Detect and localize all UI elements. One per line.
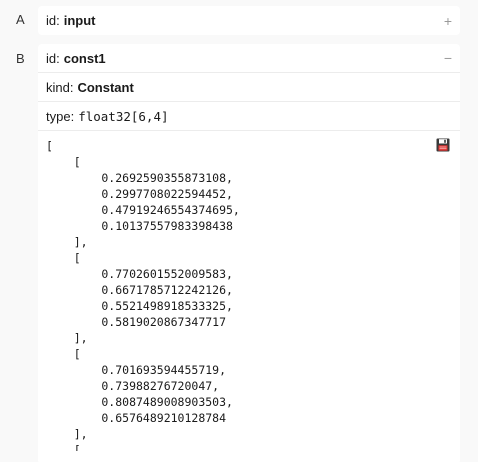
- expand-icon[interactable]: +: [444, 14, 452, 28]
- input-card: id: input +: [38, 6, 460, 35]
- input-id-field[interactable]: id: input +: [38, 6, 460, 35]
- tensor-value-text: [ [ 0.2692590355873108, 0.29977080225944…: [46, 139, 240, 451]
- type-field: type: float32[6,4]: [38, 102, 460, 131]
- tensor-value-block[interactable]: [ [ 0.2692590355873108, 0.29977080225944…: [38, 131, 460, 451]
- type-value: float32[6,4]: [78, 108, 169, 124]
- id-label: id:: [46, 50, 60, 66]
- floppy-disk-icon[interactable]: [436, 138, 450, 152]
- kind-value: Constant: [77, 79, 134, 95]
- kind-field: kind: Constant: [38, 73, 460, 102]
- id-value: const1: [63, 50, 106, 66]
- id-label: id:: [46, 13, 60, 28]
- row-letter-a: A: [16, 12, 25, 27]
- id-value: input: [63, 13, 96, 28]
- const1-id-field[interactable]: id: const1 −: [38, 44, 460, 73]
- row-letter-b: B: [16, 51, 25, 66]
- collapse-icon[interactable]: −: [444, 51, 452, 65]
- type-label: type:: [46, 108, 75, 124]
- const1-card: id: const1 − kind: Constant type: float3…: [38, 44, 460, 462]
- kind-label: kind:: [46, 79, 74, 95]
- node-properties-panel: A id: input + B id: const1 − kind: Const…: [0, 0, 478, 462]
